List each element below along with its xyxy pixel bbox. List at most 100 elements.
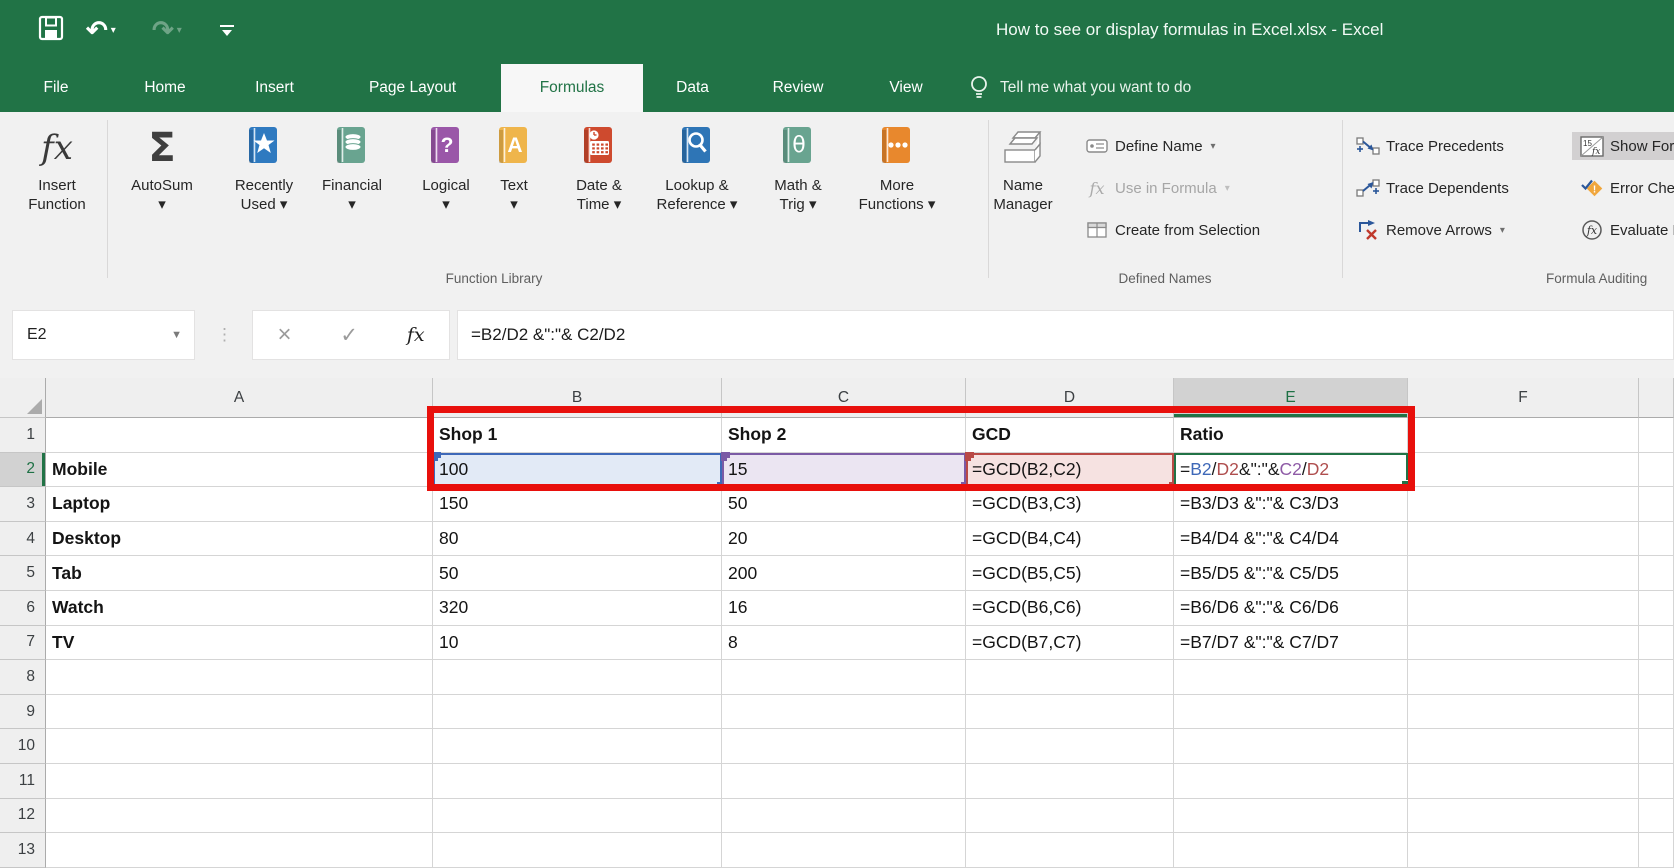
cell-D8[interactable] <box>966 660 1174 695</box>
cell-B2[interactable]: 100 <box>433 453 722 488</box>
cell-B10[interactable] <box>433 729 722 764</box>
cell-D11[interactable] <box>966 764 1174 799</box>
cell-B4[interactable]: 80 <box>433 522 722 557</box>
cell-B8[interactable] <box>433 660 722 695</box>
cell-F6[interactable] <box>1408 591 1639 626</box>
cell-D1[interactable]: GCD <box>966 418 1174 453</box>
ribbon-date-time-button[interactable]: Date &Time ▾ <box>557 120 641 280</box>
ribbon-trace-precedents-button[interactable]: Trace Precedents <box>1356 132 1504 160</box>
ribbon-create-from-selection-button[interactable]: Create from Selection <box>1085 216 1260 244</box>
cell-G5[interactable] <box>1639 556 1674 591</box>
cell-A13[interactable] <box>46 833 433 868</box>
tab-insert[interactable]: Insert <box>237 64 312 112</box>
cell-E9[interactable] <box>1174 695 1408 730</box>
row-header-5[interactable]: 5 <box>0 556 46 591</box>
define-name-dropdown-arrow[interactable]: ▾ <box>1211 141 1216 152</box>
cell-E8[interactable] <box>1174 660 1408 695</box>
ribbon-trace-dependents-button[interactable]: Trace Dependents <box>1356 174 1509 202</box>
tab-data[interactable]: Data <box>657 64 728 112</box>
name-box[interactable]: E2 ▼ <box>12 310 195 360</box>
cell-G12[interactable] <box>1639 799 1674 834</box>
customize-qat-button[interactable] <box>220 0 234 60</box>
tell-me-box[interactable]: Tell me what you want to do <box>968 64 1191 112</box>
cell-E2[interactable]: =B2/D2 &":"& C2/D2 <box>1174 453 1408 488</box>
cell-B9[interactable] <box>433 695 722 730</box>
cell-D9[interactable] <box>966 695 1174 730</box>
ribbon-show-formulas-button[interactable]: 15fxShow Formulas <box>1572 132 1674 160</box>
insert-function-fx-icon[interactable]: fx <box>407 324 425 346</box>
formula-input[interactable]: =B2/D2 &":"& C2/D2 <box>457 310 1674 360</box>
cell-E11[interactable] <box>1174 764 1408 799</box>
enter-check-icon[interactable]: ✓ <box>340 323 358 348</box>
cell-D2[interactable]: =GCD(B2,C2) <box>966 453 1174 488</box>
cell-F7[interactable] <box>1408 626 1639 661</box>
cell-D13[interactable] <box>966 833 1174 868</box>
ribbon-financial-button[interactable]: Financial▾ <box>308 120 396 280</box>
cell-C13[interactable] <box>722 833 966 868</box>
undo-dropdown-arrow[interactable]: ▾ <box>111 25 116 36</box>
cell-B3[interactable]: 150 <box>433 487 722 522</box>
cell-F9[interactable] <box>1408 695 1639 730</box>
cell-G13[interactable] <box>1639 833 1674 868</box>
cell-F5[interactable] <box>1408 556 1639 591</box>
cell-F1[interactable] <box>1408 418 1639 453</box>
cell-C10[interactable] <box>722 729 966 764</box>
cell-D6[interactable]: =GCD(B6,C6) <box>966 591 1174 626</box>
remove-arrows-dropdown-arrow[interactable]: ▾ <box>1500 225 1505 236</box>
ribbon-insert-function-button[interactable]: fxInsertFunction <box>7 120 107 280</box>
cell-A7[interactable]: TV <box>46 626 433 661</box>
cell-G1[interactable] <box>1639 418 1674 453</box>
row-header-11[interactable]: 11 <box>0 764 46 799</box>
tab-home[interactable]: Home <box>122 64 208 112</box>
cell-A4[interactable]: Desktop <box>46 522 433 557</box>
cell-E4[interactable]: =B4/D4 &":"& C4/D4 <box>1174 522 1408 557</box>
use-in-formula-dropdown-arrow[interactable]: ▾ <box>1225 183 1230 194</box>
cell-C3[interactable]: 50 <box>722 487 966 522</box>
cell-B5[interactable]: 50 <box>433 556 722 591</box>
tab-review[interactable]: Review <box>751 64 845 112</box>
cell-B11[interactable] <box>433 764 722 799</box>
cell-F11[interactable] <box>1408 764 1639 799</box>
cell-F12[interactable] <box>1408 799 1639 834</box>
column-header-E[interactable]: E <box>1174 378 1408 418</box>
ribbon-name-manager-button[interactable]: Name Manager <box>982 120 1064 280</box>
ribbon-lookup-reference-button[interactable]: Lookup &Reference ▾ <box>643 120 751 280</box>
cell-A8[interactable] <box>46 660 433 695</box>
cell-E1[interactable]: Ratio <box>1174 418 1408 453</box>
tab-formulas[interactable]: Formulas <box>501 64 643 112</box>
undo-button[interactable]: ↶ ▾ <box>86 0 116 60</box>
cell-G6[interactable] <box>1639 591 1674 626</box>
column-header-B[interactable]: B <box>433 378 722 418</box>
cell-E5[interactable]: =B5/D5 &":"& C5/D5 <box>1174 556 1408 591</box>
cell-A11[interactable] <box>46 764 433 799</box>
cell-D12[interactable] <box>966 799 1174 834</box>
cell-D4[interactable]: =GCD(B4,C4) <box>966 522 1174 557</box>
row-header-2[interactable]: 2 <box>0 453 46 488</box>
redo-button[interactable]: ↷ ▾ <box>152 0 182 60</box>
name-box-dropdown-icon[interactable]: ▼ <box>171 329 182 341</box>
column-header-A[interactable]: A <box>46 378 433 418</box>
tab-view[interactable]: View <box>871 64 941 112</box>
cell-G2[interactable] <box>1639 453 1674 488</box>
cell-F3[interactable] <box>1408 487 1639 522</box>
ribbon-text-button[interactable]: AText▾ <box>482 120 546 280</box>
cell-B1[interactable]: Shop 1 <box>433 418 722 453</box>
cell-F10[interactable] <box>1408 729 1639 764</box>
cell-E10[interactable] <box>1174 729 1408 764</box>
ribbon-logical-button[interactable]: ?Logical▾ <box>406 120 486 280</box>
cell-G11[interactable] <box>1639 764 1674 799</box>
cell-A9[interactable] <box>46 695 433 730</box>
cell-E6[interactable]: =B6/D6 &":"& C6/D6 <box>1174 591 1408 626</box>
cell-C1[interactable]: Shop 2 <box>722 418 966 453</box>
cell-B7[interactable]: 10 <box>433 626 722 661</box>
cell-A1[interactable] <box>46 418 433 453</box>
ribbon-define-name-button[interactable]: Define Name▾ <box>1085 132 1216 160</box>
ribbon-evaluate-formula-button[interactable]: fxEvaluate Formula <box>1580 216 1674 244</box>
cell-G10[interactable] <box>1639 729 1674 764</box>
cell-C8[interactable] <box>722 660 966 695</box>
column-header-D[interactable]: D <box>966 378 1174 418</box>
cell-A10[interactable] <box>46 729 433 764</box>
cell-A6[interactable]: Watch <box>46 591 433 626</box>
row-header-10[interactable]: 10 <box>0 729 46 764</box>
cell-C7[interactable]: 8 <box>722 626 966 661</box>
